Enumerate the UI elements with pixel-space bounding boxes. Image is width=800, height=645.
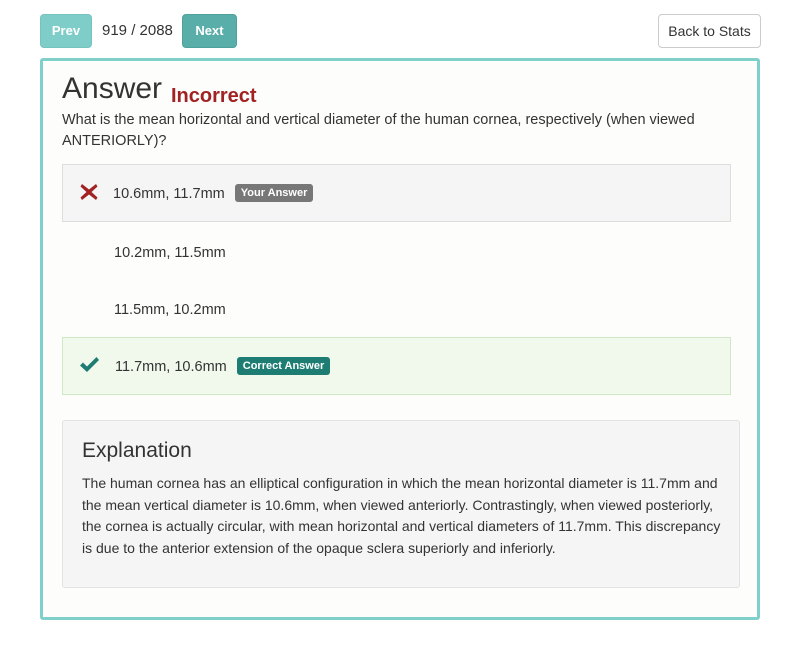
option-2-content: 10.2mm, 11.5mm xyxy=(114,224,226,282)
option-2: 10.2mm, 11.5mm xyxy=(62,223,731,281)
option-1-content: 10.6mm, 11.7mm Your Answer xyxy=(113,165,314,223)
question-counter: 919 / 2088 xyxy=(102,22,173,39)
option-2-text: 10.2mm, 11.5mm xyxy=(114,245,226,261)
your-answer-badge: Your Answer xyxy=(234,184,314,203)
correct-answer-badge: Correct Answer xyxy=(236,357,331,376)
option-3-content: 11.5mm, 10.2mm xyxy=(114,281,226,339)
explanation-box: Explanation The human cornea has an elli… xyxy=(62,420,740,588)
option-3-text: 11.5mm, 10.2mm xyxy=(114,302,226,318)
question-text: What is the mean horizontal and vertical… xyxy=(62,112,695,149)
answer-title: Answer xyxy=(62,72,163,105)
option-4-text: 11.7mm, 10.6mm xyxy=(115,359,227,375)
explanation-text: The human cornea has an elliptical confi… xyxy=(82,475,721,556)
explanation-title: Explanation xyxy=(82,439,192,462)
x-mark-icon xyxy=(80,184,98,200)
back-to-stats-button[interactable]: Back to Stats xyxy=(658,14,761,48)
option-4: 11.7mm, 10.6mm Correct Answer xyxy=(62,337,731,395)
option-1-text: 10.6mm, 11.7mm xyxy=(113,186,225,202)
question-navigation: Prev 919 / 2088 Next Back to Stats xyxy=(40,14,761,48)
option-4-content: 11.7mm, 10.6mm Correct Answer xyxy=(115,338,331,396)
checkmark-icon xyxy=(80,357,99,372)
prev-button[interactable]: Prev xyxy=(40,14,92,48)
answer-panel: Answer Incorrect What is the mean horizo… xyxy=(40,58,760,620)
next-button[interactable]: Next xyxy=(182,14,237,48)
result-label: Incorrect xyxy=(171,85,257,107)
option-3: 11.5mm, 10.2mm xyxy=(62,280,731,338)
option-1: 10.6mm, 11.7mm Your Answer xyxy=(62,164,731,222)
